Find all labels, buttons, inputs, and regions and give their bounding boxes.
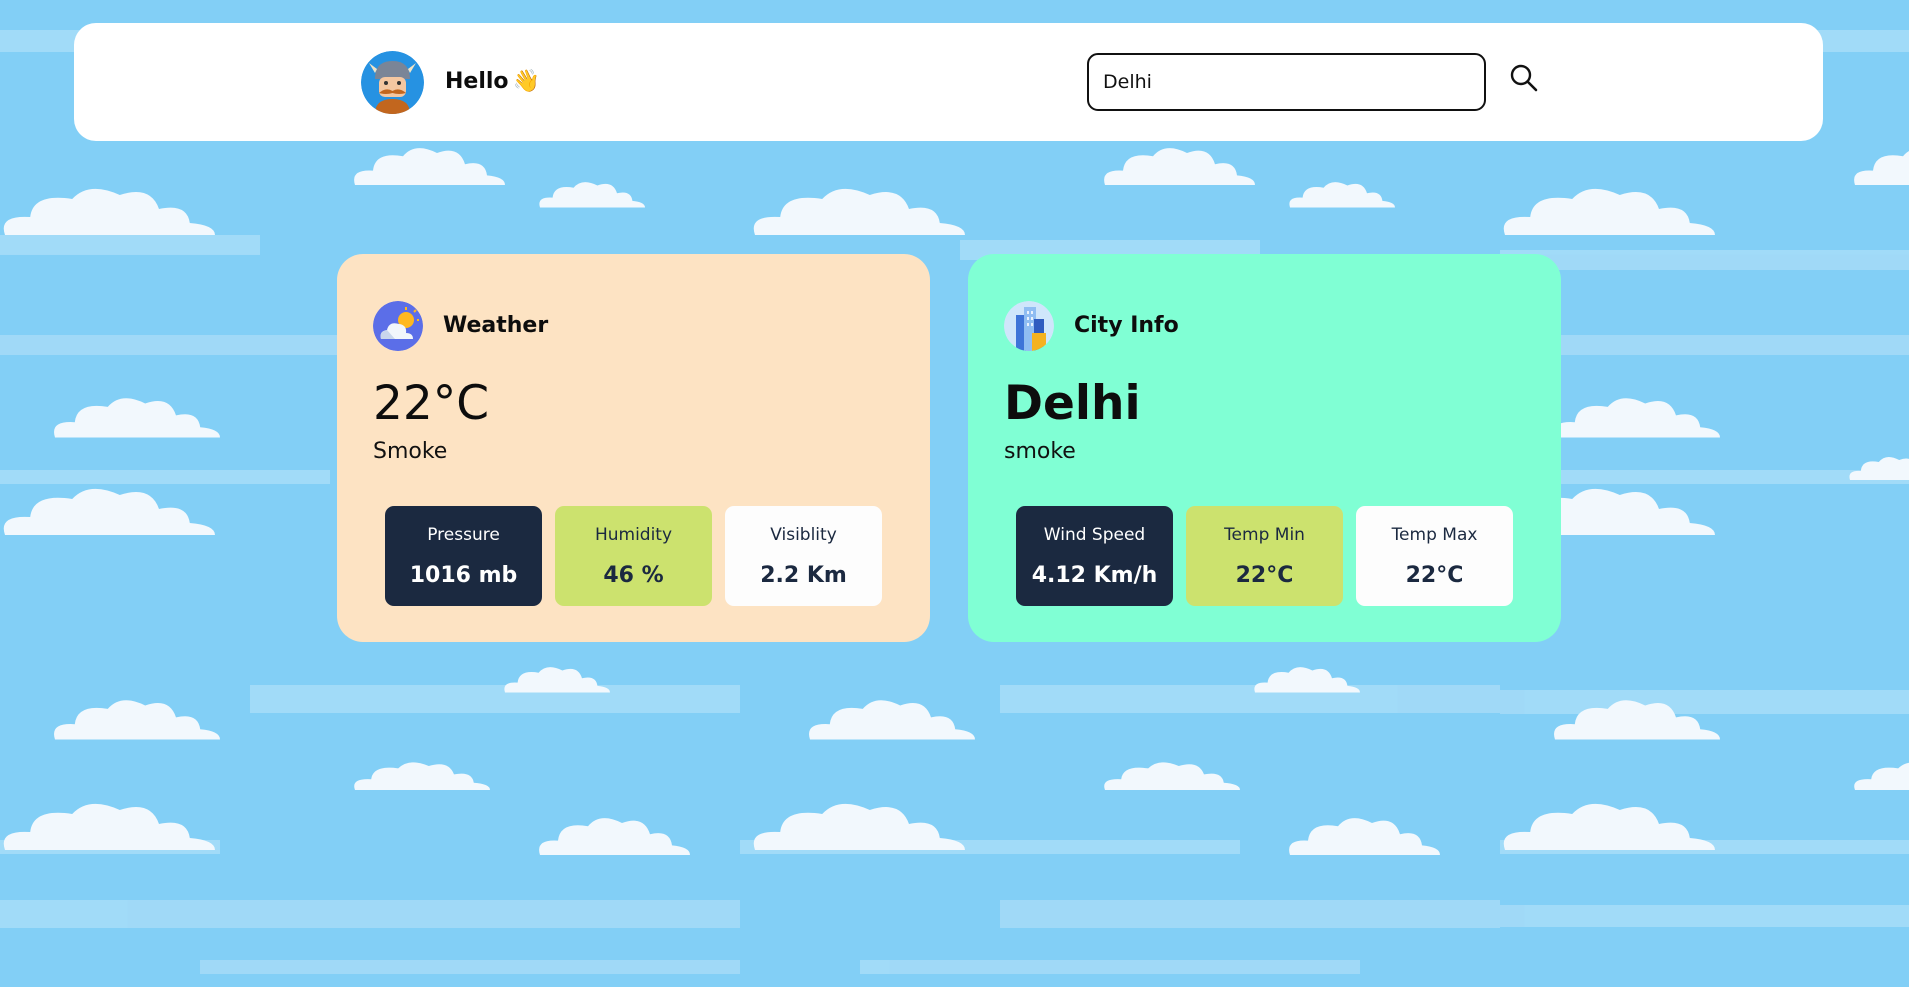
pressure-tile: Pressure 1016 mb	[385, 506, 542, 606]
weather-card: Weather 22°C Smoke Pressure 1016 mb Humi…	[337, 254, 930, 642]
humidity-tile: Humidity 46 %	[555, 506, 712, 606]
temp-min-label: Temp Min	[1224, 525, 1305, 545]
temp-min-value: 22°C	[1235, 563, 1294, 588]
city-description: smoke	[1004, 439, 1076, 464]
search-input[interactable]	[1087, 53, 1486, 111]
pressure-label: Pressure	[427, 525, 500, 545]
city-info-card: City Info Delhi smoke Wind Speed 4.12 Km…	[968, 254, 1561, 642]
temp-max-label: Temp Max	[1391, 525, 1478, 545]
temp-max-tile: Temp Max 22°C	[1356, 506, 1513, 606]
pressure-value: 1016 mb	[409, 563, 518, 588]
visibility-tile: Visiblity 2.2 Km	[725, 506, 882, 606]
viking-avatar-icon	[361, 51, 424, 114]
sky-background	[0, 30, 1909, 974]
wind-speed-label: Wind Speed	[1043, 525, 1146, 545]
city-stats: Wind Speed 4.12 Km/h Temp Min 22°C Temp …	[1016, 506, 1516, 606]
humidity-label: Humidity	[594, 525, 673, 545]
weather-condition: Smoke	[373, 439, 448, 464]
greeting-text: Hello 👋	[445, 66, 540, 98]
humidity-value: 46 %	[603, 563, 664, 588]
weather-title: Weather	[443, 313, 549, 338]
city-buildings-icon	[1004, 301, 1054, 351]
temp-max-value: 22°C	[1405, 563, 1464, 588]
visibility-value: 2.2 Km	[760, 563, 847, 588]
search-icon[interactable]	[1509, 63, 1539, 93]
cloud-sun-icon	[373, 301, 423, 351]
wind-speed-tile: Wind Speed 4.12 Km/h	[1016, 506, 1173, 606]
city-name: Delhi	[1004, 376, 1141, 431]
temp-min-tile: Temp Min 22°C	[1186, 506, 1343, 606]
greeting-label: Hello	[445, 69, 509, 94]
weather-stats: Pressure 1016 mb Humidity 46 % Visiblity…	[385, 506, 885, 606]
visibility-label: Visiblity	[770, 525, 837, 545]
temperature-value: 22°C	[373, 376, 490, 431]
wave-icon: 👋	[512, 69, 540, 94]
wind-speed-value: 4.12 Km/h	[1031, 563, 1158, 588]
header-bar	[74, 23, 1823, 141]
city-info-title: City Info	[1074, 313, 1179, 338]
